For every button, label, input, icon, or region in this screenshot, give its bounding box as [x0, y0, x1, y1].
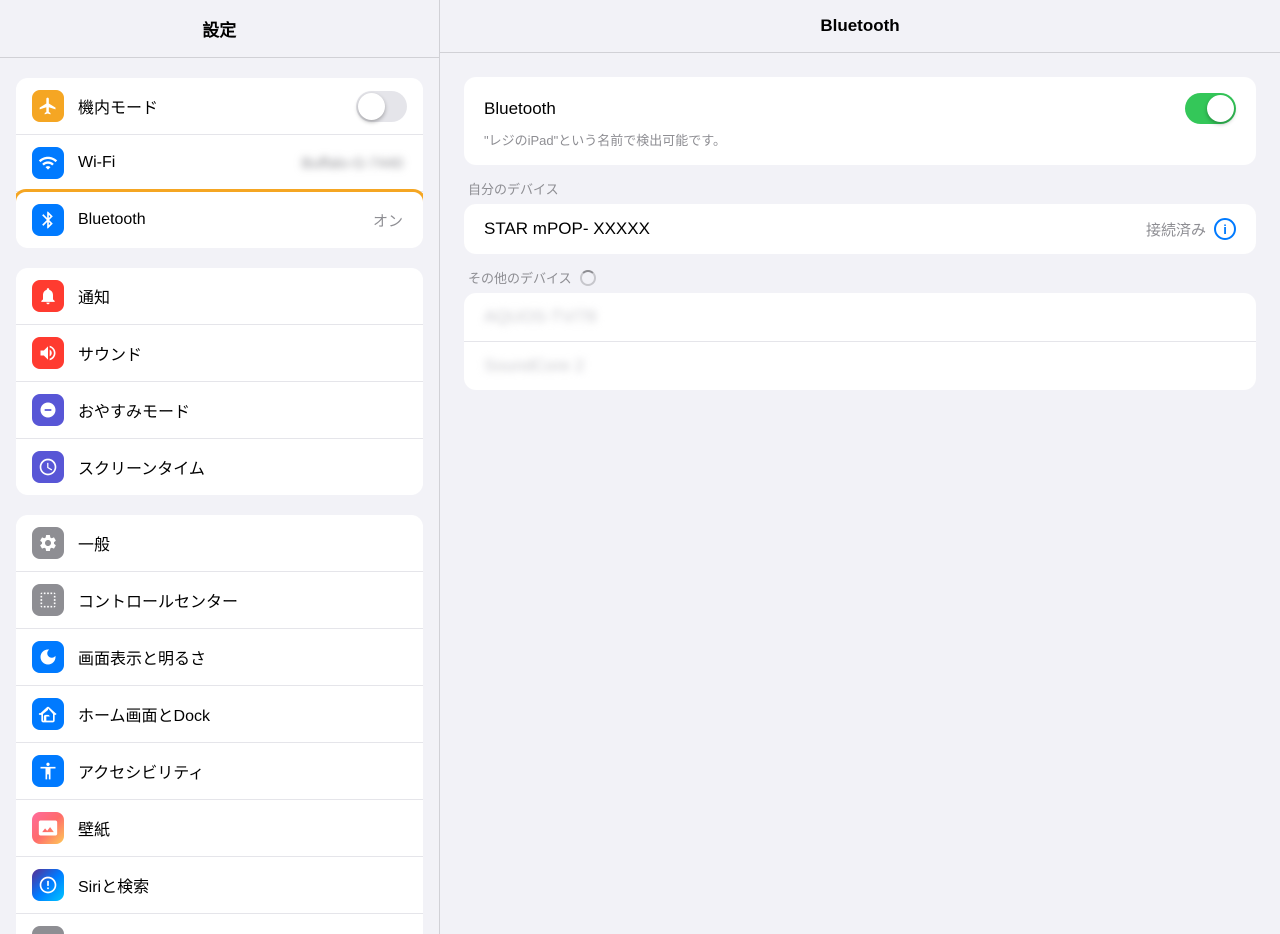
bluetooth-value: オン [373, 210, 403, 231]
bluetooth-toggle-card: Bluetooth "レジのiPad"という名前で検出可能です。 [464, 77, 1256, 165]
sidebar-item-applepencil[interactable]: Apple Pencil [16, 914, 423, 934]
bluetooth-toggle-row: Bluetooth [484, 93, 1236, 124]
wifi-icon [32, 147, 64, 179]
sidebar-item-display[interactable]: 画面表示と明るさ [16, 629, 423, 686]
sidebar-item-homescreen[interactable]: ホーム画面とDock [16, 686, 423, 743]
controlcenter-label: コントロールセンター [78, 588, 407, 612]
other-devices-card: AQUOS-TV/78 SoundCore 2 [464, 293, 1256, 390]
sidebar-item-sound[interactable]: サウンド [16, 325, 423, 382]
settings-group-2: 通知 サウンド おやすみモード スクリーンタイム [16, 268, 423, 495]
sidebar-item-siri[interactable]: Siriと検索 [16, 857, 423, 914]
connected-device-item[interactable]: STAR mPOP- XXXXX 接続済み i [464, 204, 1256, 254]
notification-label: 通知 [78, 284, 407, 308]
my-devices-label: 自分のデバイス [468, 179, 1252, 198]
main-header: Bluetooth [440, 0, 1280, 53]
sidebar-item-general[interactable]: 一般 [16, 515, 423, 572]
other-device-item-0[interactable]: AQUOS-TV/78 [464, 293, 1256, 342]
controlcenter-icon [32, 584, 64, 616]
other-device-name-0: AQUOS-TV/78 [484, 307, 1236, 327]
siri-label: Siriと検索 [78, 873, 407, 897]
applepencil-icon [32, 926, 64, 934]
wifi-label: Wi-Fi [78, 154, 302, 172]
main-body: Bluetooth "レジのiPad"という名前で検出可能です。 自分のデバイス… [440, 53, 1280, 934]
bluetooth-label: Bluetooth [78, 211, 373, 229]
wallpaper-icon [32, 812, 64, 844]
settings-group-1: 機内モード Wi-Fi Buffalo-G-7440 Bluetooth オン [16, 78, 423, 248]
sidebar-content: 機内モード Wi-Fi Buffalo-G-7440 Bluetooth オン [0, 58, 439, 934]
other-device-item-1[interactable]: SoundCore 2 [464, 342, 1256, 390]
sidebar-item-accessibility[interactable]: アクセシビリティ [16, 743, 423, 800]
connected-device-info-icon[interactable]: i [1214, 218, 1236, 240]
homescreen-icon [32, 698, 64, 730]
general-icon [32, 527, 64, 559]
sidebar-item-notification[interactable]: 通知 [16, 268, 423, 325]
my-devices-card: STAR mPOP- XXXXX 接続済み i [464, 204, 1256, 254]
main-content: Bluetooth Bluetooth "レジのiPad"という名前で検出可能で… [440, 0, 1280, 934]
airplane-toggle[interactable] [356, 91, 407, 122]
sidebar-header: 設定 [0, 0, 439, 58]
sidebar-title: 設定 [203, 21, 237, 40]
donotdisturb-icon [32, 394, 64, 426]
screentime-icon [32, 451, 64, 483]
connected-device-name: STAR mPOP- XXXXX [484, 219, 1146, 239]
screentime-label: スクリーンタイム [78, 455, 407, 479]
sidebar-item-airplane[interactable]: 機内モード [16, 78, 423, 135]
airplane-label: 機内モード [78, 94, 356, 118]
sidebar-item-donotdisturb[interactable]: おやすみモード [16, 382, 423, 439]
scanning-spinner [580, 270, 596, 286]
other-devices-label: その他のデバイス [468, 268, 572, 287]
settings-group-3: 一般 コントロールセンター 画面表示と明るさ ホーム [16, 515, 423, 934]
general-label: 一般 [78, 531, 407, 555]
sidebar-item-controlcenter[interactable]: コントロールセンター [16, 572, 423, 629]
airplane-icon [32, 90, 64, 122]
bluetooth-icon [32, 204, 64, 236]
bluetooth-toggle-switch[interactable] [1185, 93, 1236, 124]
sidebar-item-wifi[interactable]: Wi-Fi Buffalo-G-7440 [16, 135, 423, 192]
sound-label: サウンド [78, 341, 407, 365]
bluetooth-subtitle: "レジのiPad"という名前で検出可能です。 [484, 130, 1236, 149]
sidebar-item-screentime[interactable]: スクリーンタイム [16, 439, 423, 495]
siri-icon [32, 869, 64, 901]
display-label: 画面表示と明るさ [78, 645, 407, 669]
wifi-value: Buffalo-G-7440 [302, 155, 403, 172]
homescreen-label: ホーム画面とDock [78, 702, 407, 726]
other-devices-section: その他のデバイス [468, 268, 1252, 287]
accessibility-icon [32, 755, 64, 787]
notification-icon [32, 280, 64, 312]
main-title: Bluetooth [820, 16, 899, 35]
wallpaper-label: 壁紙 [78, 816, 407, 840]
sidebar-item-bluetooth[interactable]: Bluetooth オン [16, 192, 423, 248]
sound-icon [32, 337, 64, 369]
accessibility-label: アクセシビリティ [78, 759, 407, 783]
connected-device-status: 接続済み [1146, 219, 1206, 240]
sidebar: 設定 機内モード Wi-Fi Buffalo-G-7440 [0, 0, 440, 934]
other-device-name-1: SoundCore 2 [484, 356, 1236, 376]
sidebar-item-wallpaper[interactable]: 壁紙 [16, 800, 423, 857]
display-icon [32, 641, 64, 673]
bluetooth-toggle-label: Bluetooth [484, 99, 556, 119]
donotdisturb-label: おやすみモード [78, 398, 407, 422]
